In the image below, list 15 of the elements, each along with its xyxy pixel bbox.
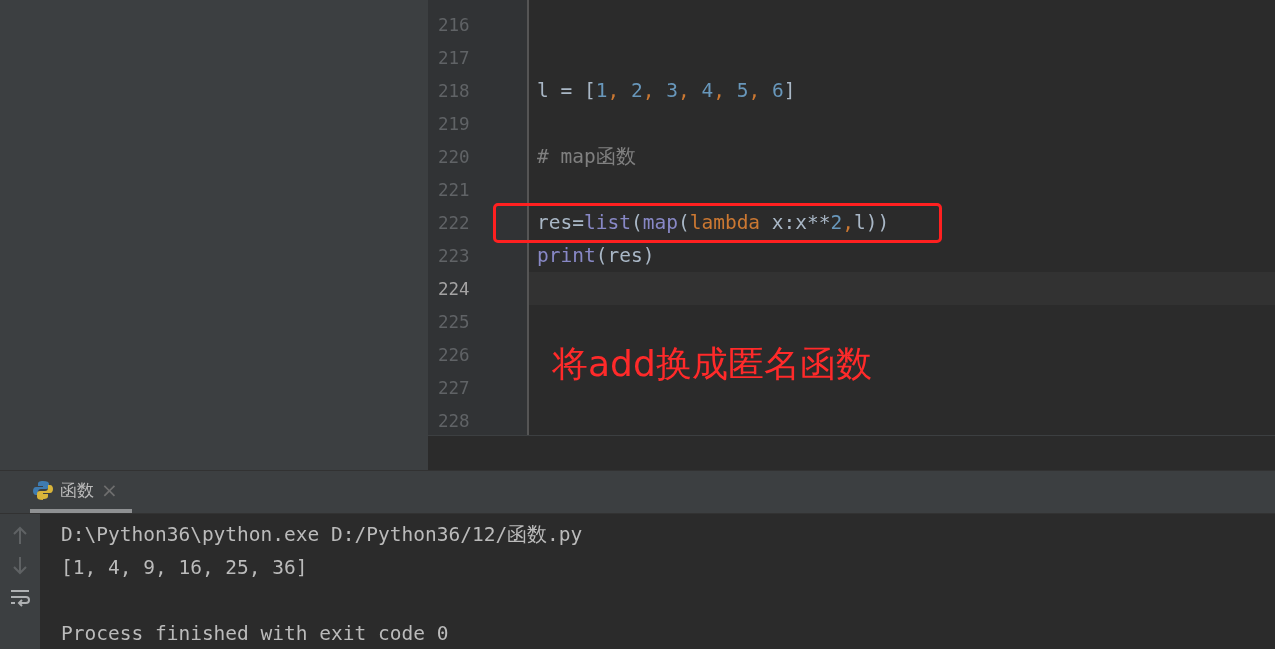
tab-label: 函数	[60, 478, 94, 502]
down-arrow-icon[interactable]	[12, 557, 28, 575]
code-line: l = [1, 2, 3, 4, 5, 6]	[537, 79, 796, 102]
code-line: # map函数	[537, 145, 636, 168]
exit-message: Process finished with exit code 0	[61, 621, 450, 647]
console-tab[interactable]: 函数 ×	[30, 471, 132, 513]
line-number: 224	[438, 278, 471, 299]
up-arrow-icon[interactable]	[12, 526, 28, 544]
console-output-line: [1, 4, 9, 16, 25, 36]	[61, 555, 309, 581]
python-icon	[33, 480, 53, 500]
code-line: res=list(map(lambda x:x**2,l))	[537, 211, 890, 234]
annotation-text: 将add换成匿名函数	[552, 342, 872, 386]
soft-wrap-icon[interactable]	[10, 588, 30, 608]
code-line: print(res)	[537, 244, 655, 267]
console-output-line: D:\Python36\python.exe D:/Python36/12/函数.py	[61, 522, 584, 548]
